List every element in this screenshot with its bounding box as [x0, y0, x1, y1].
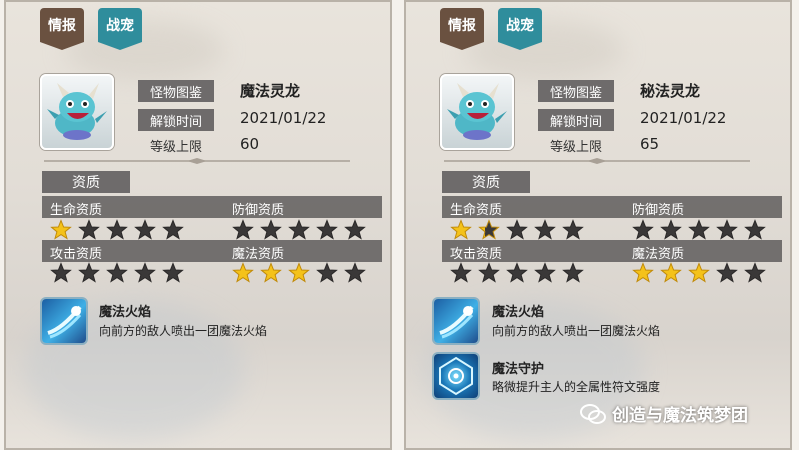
- stat-hp-label: 生命资质: [450, 203, 503, 218]
- skill-name: 魔法守护: [492, 362, 545, 377]
- dex-label: 怪物图鉴: [538, 80, 614, 102]
- wechat-watermark: 创造与魔法筑梦团: [580, 401, 748, 426]
- background-art: [464, 20, 624, 80]
- star-empty-icon: [260, 219, 282, 240]
- star-empty-icon: [744, 262, 766, 283]
- star-empty-icon: [660, 219, 682, 240]
- stat-attack-label: 攻击资质: [450, 247, 503, 262]
- skill-description: 向前方的敌人喷出一团魔法火焰: [99, 324, 268, 338]
- star-filled-icon: [260, 262, 282, 283]
- watermark-text: 创造与魔法筑梦团: [612, 406, 748, 426]
- pet-name: 秘法灵龙: [640, 82, 701, 100]
- pet-avatar: [40, 74, 114, 150]
- stat-attack-label: 攻击资质: [50, 247, 103, 262]
- star-empty-icon: [744, 219, 766, 240]
- aptitude-section-title: 资质: [42, 171, 130, 193]
- star-empty-icon: [632, 219, 654, 240]
- star-empty-icon: [162, 219, 184, 240]
- skill-description: 略微提升主人的全属性符文强度: [492, 380, 661, 394]
- star-empty-icon: [316, 219, 338, 240]
- star-empty-icon: [344, 219, 366, 240]
- skill-name: 魔法火焰: [99, 305, 152, 320]
- tab-info[interactable]: 情报: [40, 8, 84, 50]
- level-cap-value: 60: [240, 135, 260, 153]
- fire-breath-skill-icon[interactable]: [42, 299, 86, 343]
- star-filled-icon: [660, 262, 682, 283]
- star-filled-icon: [478, 219, 500, 240]
- unlock-time-label: 解锁时间: [538, 109, 614, 131]
- star-empty-icon: [162, 262, 184, 283]
- magic-fire-icon: [47, 305, 82, 339]
- dragon-icon: [47, 83, 107, 140]
- unlock-date: 2021/01/22: [240, 109, 327, 127]
- level-cap-label: 等级上限: [149, 139, 202, 155]
- stat-attack-stars: [450, 262, 584, 284]
- stat-attack-stars: [50, 262, 184, 284]
- skill-name: 魔法火焰: [492, 305, 545, 320]
- star-empty-icon: [288, 219, 310, 240]
- stat-magic-stars: [632, 262, 766, 284]
- background-art: [64, 20, 224, 80]
- dex-label: 怪物图鉴: [138, 80, 214, 102]
- star-filled-icon: [688, 262, 710, 283]
- stat-hp-stars: [450, 219, 584, 241]
- pet-name: 魔法灵龙: [240, 82, 301, 100]
- star-filled-icon: [50, 219, 72, 240]
- level-cap-value: 65: [640, 135, 660, 153]
- star-empty-icon: [562, 262, 584, 283]
- stat-defense-label: 防御资质: [632, 203, 685, 218]
- pet-info-panel-left: 情报 战宠 怪物图鉴 魔法灵龙 解锁时间 2021/01/22 等级上限 60 …: [4, 0, 392, 450]
- ornament-divider: [44, 158, 350, 164]
- ornament-divider: [444, 158, 750, 164]
- pet-avatar: [440, 74, 514, 150]
- star-empty-icon: [534, 219, 556, 240]
- star-empty-icon: [134, 262, 156, 283]
- tab-battle-pet[interactable]: 战宠: [498, 8, 542, 50]
- stat-defense-stars: [232, 219, 366, 241]
- star-filled-icon: [232, 262, 254, 283]
- wechat-icon: [580, 403, 606, 424]
- dragon-icon: [447, 83, 507, 140]
- star-empty-icon: [534, 262, 556, 283]
- stat-hp-stars: [50, 219, 184, 241]
- star-empty-icon: [450, 262, 472, 283]
- star-empty-icon: [50, 262, 72, 283]
- star-empty-icon: [106, 262, 128, 283]
- star-empty-icon: [78, 219, 100, 240]
- star-empty-icon: [688, 219, 710, 240]
- stat-magic-label: 魔法资质: [232, 247, 285, 262]
- pet-info-panel-right: 情报 战宠 怪物图鉴 秘法灵龙 解锁时间 2021/01/22 等级上限 65 …: [404, 0, 792, 450]
- star-empty-icon: [232, 219, 254, 240]
- star-empty-icon: [716, 219, 738, 240]
- star-empty-icon: [134, 219, 156, 240]
- star-filled-icon: [632, 262, 654, 283]
- skill-description: 向前方的敌人喷出一团魔法火焰: [492, 324, 661, 338]
- shield-rune-icon: [439, 356, 473, 396]
- stat-hp-label: 生命资质: [50, 203, 103, 218]
- stat-defense-label: 防御资质: [232, 203, 285, 218]
- tab-info[interactable]: 情报: [440, 8, 484, 50]
- tab-battle-pet[interactable]: 战宠: [98, 8, 142, 50]
- star-empty-icon: [316, 262, 338, 283]
- star-filled-icon: [288, 262, 310, 283]
- star-empty-icon: [344, 262, 366, 283]
- star-empty-icon: [478, 262, 500, 283]
- star-filled-icon: [450, 219, 472, 240]
- aptitude-section-title: 资质: [442, 171, 530, 193]
- star-empty-icon: [716, 262, 738, 283]
- star-empty-icon: [78, 262, 100, 283]
- fire-breath-skill-icon[interactable]: [434, 299, 478, 343]
- stat-defense-stars: [632, 219, 766, 241]
- star-empty-icon: [506, 262, 528, 283]
- level-cap-label: 等级上限: [549, 139, 602, 155]
- magic-guard-skill-icon[interactable]: [434, 354, 478, 398]
- star-empty-icon: [562, 219, 584, 240]
- unlock-date: 2021/01/22: [640, 109, 727, 127]
- stat-magic-label: 魔法资质: [632, 247, 685, 262]
- magic-fire-icon: [439, 305, 474, 339]
- unlock-time-label: 解锁时间: [138, 109, 214, 131]
- star-empty-icon: [506, 219, 528, 240]
- star-empty-icon: [106, 219, 128, 240]
- stat-magic-stars: [232, 262, 366, 284]
